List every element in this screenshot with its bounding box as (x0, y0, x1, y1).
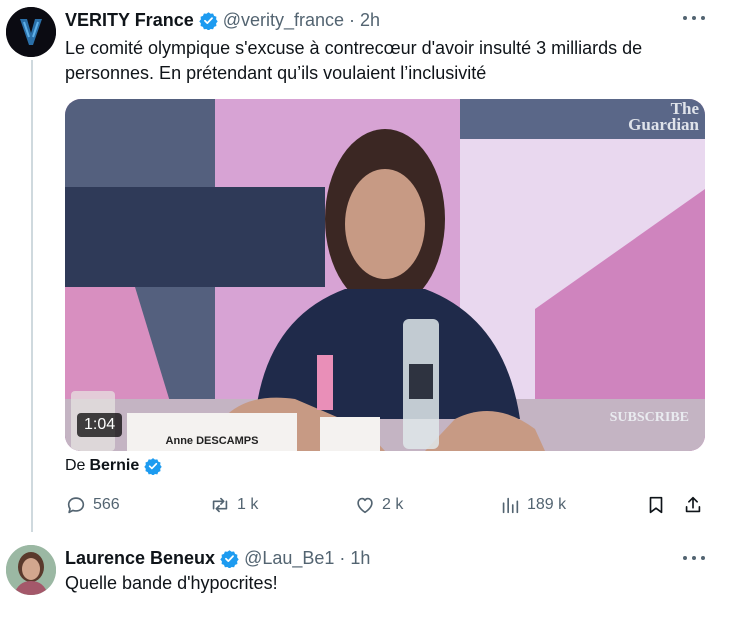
bookmark-button[interactable] (645, 494, 667, 516)
views-button[interactable]: 189 k (499, 494, 566, 516)
tweet-header: VERITY France @verity_france · 2h (65, 8, 380, 32)
reply-header-separator: · (339, 547, 346, 568)
views-icon (502, 497, 519, 514)
avatar-photo (6, 545, 56, 595)
reply-text: Quelle bande d'hypocrites! (65, 573, 278, 593)
reply-author-avatar[interactable] (6, 545, 56, 595)
like-icon (357, 497, 373, 514)
views-count: 189 k (527, 496, 567, 513)
tweet-text-line-2: personnes. En prétendant qu’ils voulaien… (65, 62, 487, 83)
attribution-author[interactable]: Bernie (89, 457, 139, 475)
guardian-watermark: The Guardian (628, 99, 699, 134)
share-icon (685, 496, 701, 513)
tweet-actions: 566 1 k 2 k 189 k (65, 494, 707, 518)
reply-author-handle[interactable]: @Lau_Be1 (244, 548, 334, 569)
verified-badge-icon (144, 458, 162, 475)
verified-badge-icon (199, 11, 218, 30)
like-button[interactable]: 2 k (354, 494, 403, 516)
reply-count: 566 (93, 496, 120, 513)
video-attribution: De Bernie (65, 457, 167, 475)
more-icon[interactable] (683, 555, 705, 561)
tweet-main[interactable]: VERITY France @verity_france · 2h Le com… (0, 0, 729, 546)
thread-line (31, 60, 33, 546)
author-name[interactable]: VERITY France (65, 10, 194, 31)
video-player[interactable]: The Guardian Anne DESCAMPS SUBSCRIBE 1:0… (65, 99, 705, 451)
bookmark-icon (649, 496, 663, 514)
tweet-text-line-1: Le comité olympique s'excuse à contrecœu… (65, 38, 643, 58)
verified-badge-icon (220, 549, 239, 568)
reply-button[interactable]: 566 (65, 494, 120, 516)
share-button[interactable] (682, 494, 704, 516)
subscribe-overlay: SUBSCRIBE (609, 410, 689, 425)
author-handle[interactable]: @verity_france (223, 10, 344, 31)
reply-header: Laurence Beneux @Lau_Be1 · 1h (65, 546, 370, 570)
more-icon[interactable] (683, 15, 705, 21)
attribution-prefix: De (65, 457, 86, 474)
tweet-text: Le comité olympique s'excuse à contrecœu… (65, 36, 705, 85)
tweet-timestamp[interactable]: 2h (360, 10, 380, 31)
reply-timestamp[interactable]: 1h (350, 548, 370, 569)
reply-author-name[interactable]: Laurence Beneux (65, 548, 215, 569)
speaker-nameplate: Anne DESCAMPS (127, 413, 297, 451)
like-count: 2 k (382, 496, 404, 513)
verity-logo-icon (6, 7, 56, 57)
header-separator: · (349, 9, 356, 30)
video-duration-badge: 1:04 (77, 413, 123, 437)
repost-button[interactable]: 1 k (209, 494, 258, 516)
repost-icon (212, 497, 228, 513)
video-frame (65, 99, 705, 451)
reply-icon (67, 497, 85, 514)
repost-count: 1 k (237, 496, 259, 513)
author-avatar[interactable] (6, 7, 56, 57)
